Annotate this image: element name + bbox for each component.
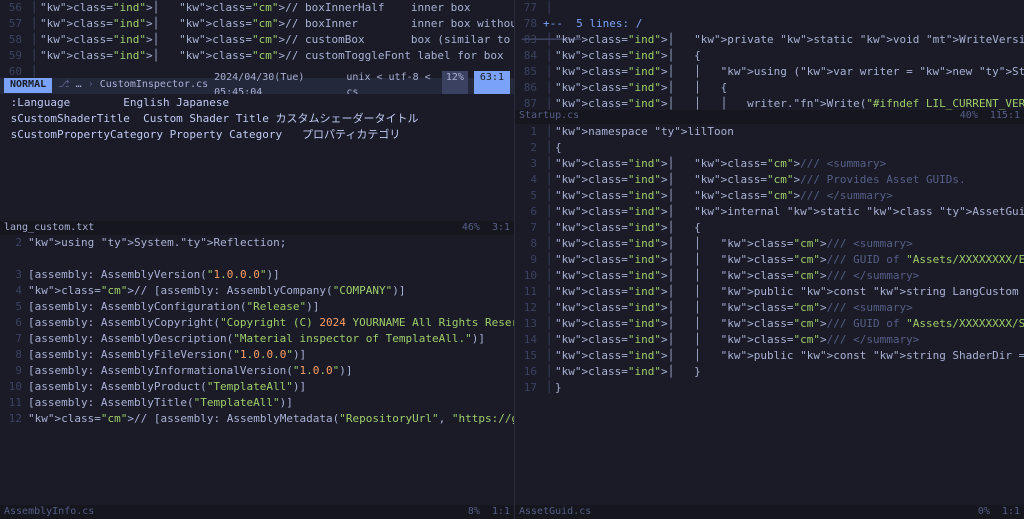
code-line[interactable]: 8│"kw">class="ind">│ │ "kw">class="cm">/… bbox=[515, 236, 1024, 252]
code-line[interactable]: 16│"kw">class="ind">│ } bbox=[515, 364, 1024, 380]
code-line[interactable]: 11│"kw">class="ind">│ │ "kw">public "kw"… bbox=[515, 284, 1024, 300]
tab-name[interactable]: Startup.cs bbox=[519, 109, 579, 124]
code-line[interactable]: 59│"kw">class="ind">│ "kw">class="cm">//… bbox=[0, 48, 514, 64]
code-line[interactable]: 8[assembly: AssemblyFileVersion("1.0.0.0… bbox=[0, 347, 514, 363]
code-line[interactable]: 4"kw">class="cm">// [assembly: AssemblyC… bbox=[0, 283, 514, 299]
code-line[interactable]: 15│"kw">class="ind">│ │ "kw">public "kw"… bbox=[515, 348, 1024, 364]
code-line[interactable]: 7│"kw">class="ind">│ { bbox=[515, 220, 1024, 236]
code-line[interactable]: 6│"kw">class="ind">│ "kw">internal "kw">… bbox=[515, 204, 1024, 220]
code-line[interactable]: 60│ bbox=[0, 64, 514, 78]
code-line[interactable]: 9[assembly: AssemblyInformationalVersion… bbox=[0, 363, 514, 379]
code-line[interactable]: 3[assembly: AssemblyVersion("1.0.0.0")] bbox=[0, 267, 514, 283]
tab-name[interactable]: AssetGuid.cs bbox=[519, 505, 591, 519]
editor-container: 56│"kw">class="ind">│ "kw">class="cm">//… bbox=[0, 0, 1024, 519]
branch-name: … bbox=[76, 78, 82, 93]
editor-left-top[interactable]: 56│"kw">class="ind">│ "kw">class="cm">//… bbox=[0, 0, 514, 78]
right-pane: 77│78+-- 5 lines: / ─────────83│"kw">cla… bbox=[515, 0, 1024, 519]
quickfix-line[interactable]: :Language English Japanese bbox=[4, 95, 510, 111]
code-line[interactable]: 9│"kw">class="ind">│ │ "kw">class="cm">/… bbox=[515, 252, 1024, 268]
code-line[interactable]: 1│"kw">namespace "ty">lilToon bbox=[515, 124, 1024, 140]
fold-line[interactable]: 78+-- 5 lines: / ───────── bbox=[515, 16, 1024, 32]
code-line[interactable]: 58│"kw">class="ind">│ "kw">class="cm">//… bbox=[0, 32, 514, 48]
code-line[interactable]: 4│"kw">class="ind">│ "kw">class="cm">///… bbox=[515, 172, 1024, 188]
tab-name[interactable]: AssemblyInfo.cs bbox=[4, 505, 94, 519]
quickfix-line[interactable]: sCustomPropertyCategory Property Categor… bbox=[4, 127, 510, 143]
code-line[interactable]: 5[assembly: AssemblyConfiguration("Relea… bbox=[0, 299, 514, 315]
code-line[interactable]: 12│"kw">class="ind">│ │ "kw">class="cm">… bbox=[515, 300, 1024, 316]
code-line[interactable]: 86│"kw">class="ind">│ │ { bbox=[515, 80, 1024, 96]
code-line[interactable]: 5│"kw">class="ind">│ "kw">class="cm">///… bbox=[515, 188, 1024, 204]
tab-name[interactable]: lang_custom.txt bbox=[4, 221, 94, 236]
code-line[interactable]: 77│ bbox=[515, 0, 1024, 16]
code-line[interactable]: 84│"kw">class="ind">│ { bbox=[515, 48, 1024, 64]
filename: CustomInspector.cs bbox=[100, 78, 208, 93]
code-line[interactable]: 85│"kw">class="ind">│ │ "kw">using ("kw"… bbox=[515, 64, 1024, 80]
editor-right-bottom[interactable]: 1│"kw">namespace "ty">lilToon2│{3│"kw">c… bbox=[515, 124, 1024, 396]
code-line[interactable]: 11[assembly: AssemblyTitle("TemplateAll"… bbox=[0, 395, 514, 411]
quickfix-window[interactable]: :Language English Japanese sCustomShader… bbox=[0, 94, 514, 144]
code-line[interactable]: 12"kw">class="cm">// [assembly: Assembly… bbox=[0, 411, 514, 427]
code-line[interactable]: 83│"kw">class="ind">│ "kw">private "kw">… bbox=[515, 32, 1024, 48]
code-line[interactable]: 6[assembly: AssemblyCopyright("Copyright… bbox=[0, 315, 514, 331]
code-line[interactable]: 7[assembly: AssemblyDescription("Materia… bbox=[0, 331, 514, 347]
code-line[interactable]: 3│"kw">class="ind">│ "kw">class="cm">///… bbox=[515, 156, 1024, 172]
editor-right-top[interactable]: 77│78+-- 5 lines: / ─────────83│"kw">cla… bbox=[515, 0, 1024, 110]
tabbar-assetguid: AssetGuid.cs 0% 1:1 bbox=[515, 505, 1024, 519]
statusbar: NORMAL ⎇ … › CustomInspector.cs 2024/04/… bbox=[0, 78, 514, 94]
tabbar-startup: Startup.cs 40% 115:1 bbox=[515, 110, 1024, 124]
quickfix-line[interactable]: sCustomShaderTitle Custom Shader Title カ… bbox=[4, 111, 510, 127]
code-line[interactable]: 10[assembly: AssemblyProduct("TemplateAl… bbox=[0, 379, 514, 395]
code-line[interactable]: 2│{ bbox=[515, 140, 1024, 156]
code-line[interactable]: 14│"kw">class="ind">│ │ "kw">class="cm">… bbox=[515, 332, 1024, 348]
branch-icon: ⎇ bbox=[58, 78, 70, 93]
code-line[interactable]: 57│"kw">class="ind">│ "kw">class="cm">//… bbox=[0, 16, 514, 32]
code-line[interactable] bbox=[0, 251, 514, 267]
code-line[interactable]: 10│"kw">class="ind">│ │ "kw">class="cm">… bbox=[515, 268, 1024, 284]
code-line[interactable]: 17│} bbox=[515, 380, 1024, 396]
editor-left-bottom[interactable]: 2"kw">using "ty">System."ty">Reflection;… bbox=[0, 235, 514, 427]
code-line[interactable]: 2"kw">using "ty">System."ty">Reflection; bbox=[0, 235, 514, 251]
code-line[interactable]: 13│"kw">class="ind">│ │ "kw">class="cm">… bbox=[515, 316, 1024, 332]
code-line[interactable]: 87│"kw">class="ind">│ │ │ writer."fn">Wr… bbox=[515, 96, 1024, 110]
code-line[interactable]: 56│"kw">class="ind">│ "kw">class="cm">//… bbox=[0, 0, 514, 16]
tabbar-assemblyinfo: AssemblyInfo.cs 8% 1:1 bbox=[0, 505, 514, 519]
tabbar-lang: lang_custom.txt 46% 3:1 bbox=[0, 221, 514, 235]
left-pane: 56│"kw">class="ind">│ "kw">class="cm">//… bbox=[0, 0, 515, 519]
mode-indicator: NORMAL bbox=[4, 78, 52, 93]
